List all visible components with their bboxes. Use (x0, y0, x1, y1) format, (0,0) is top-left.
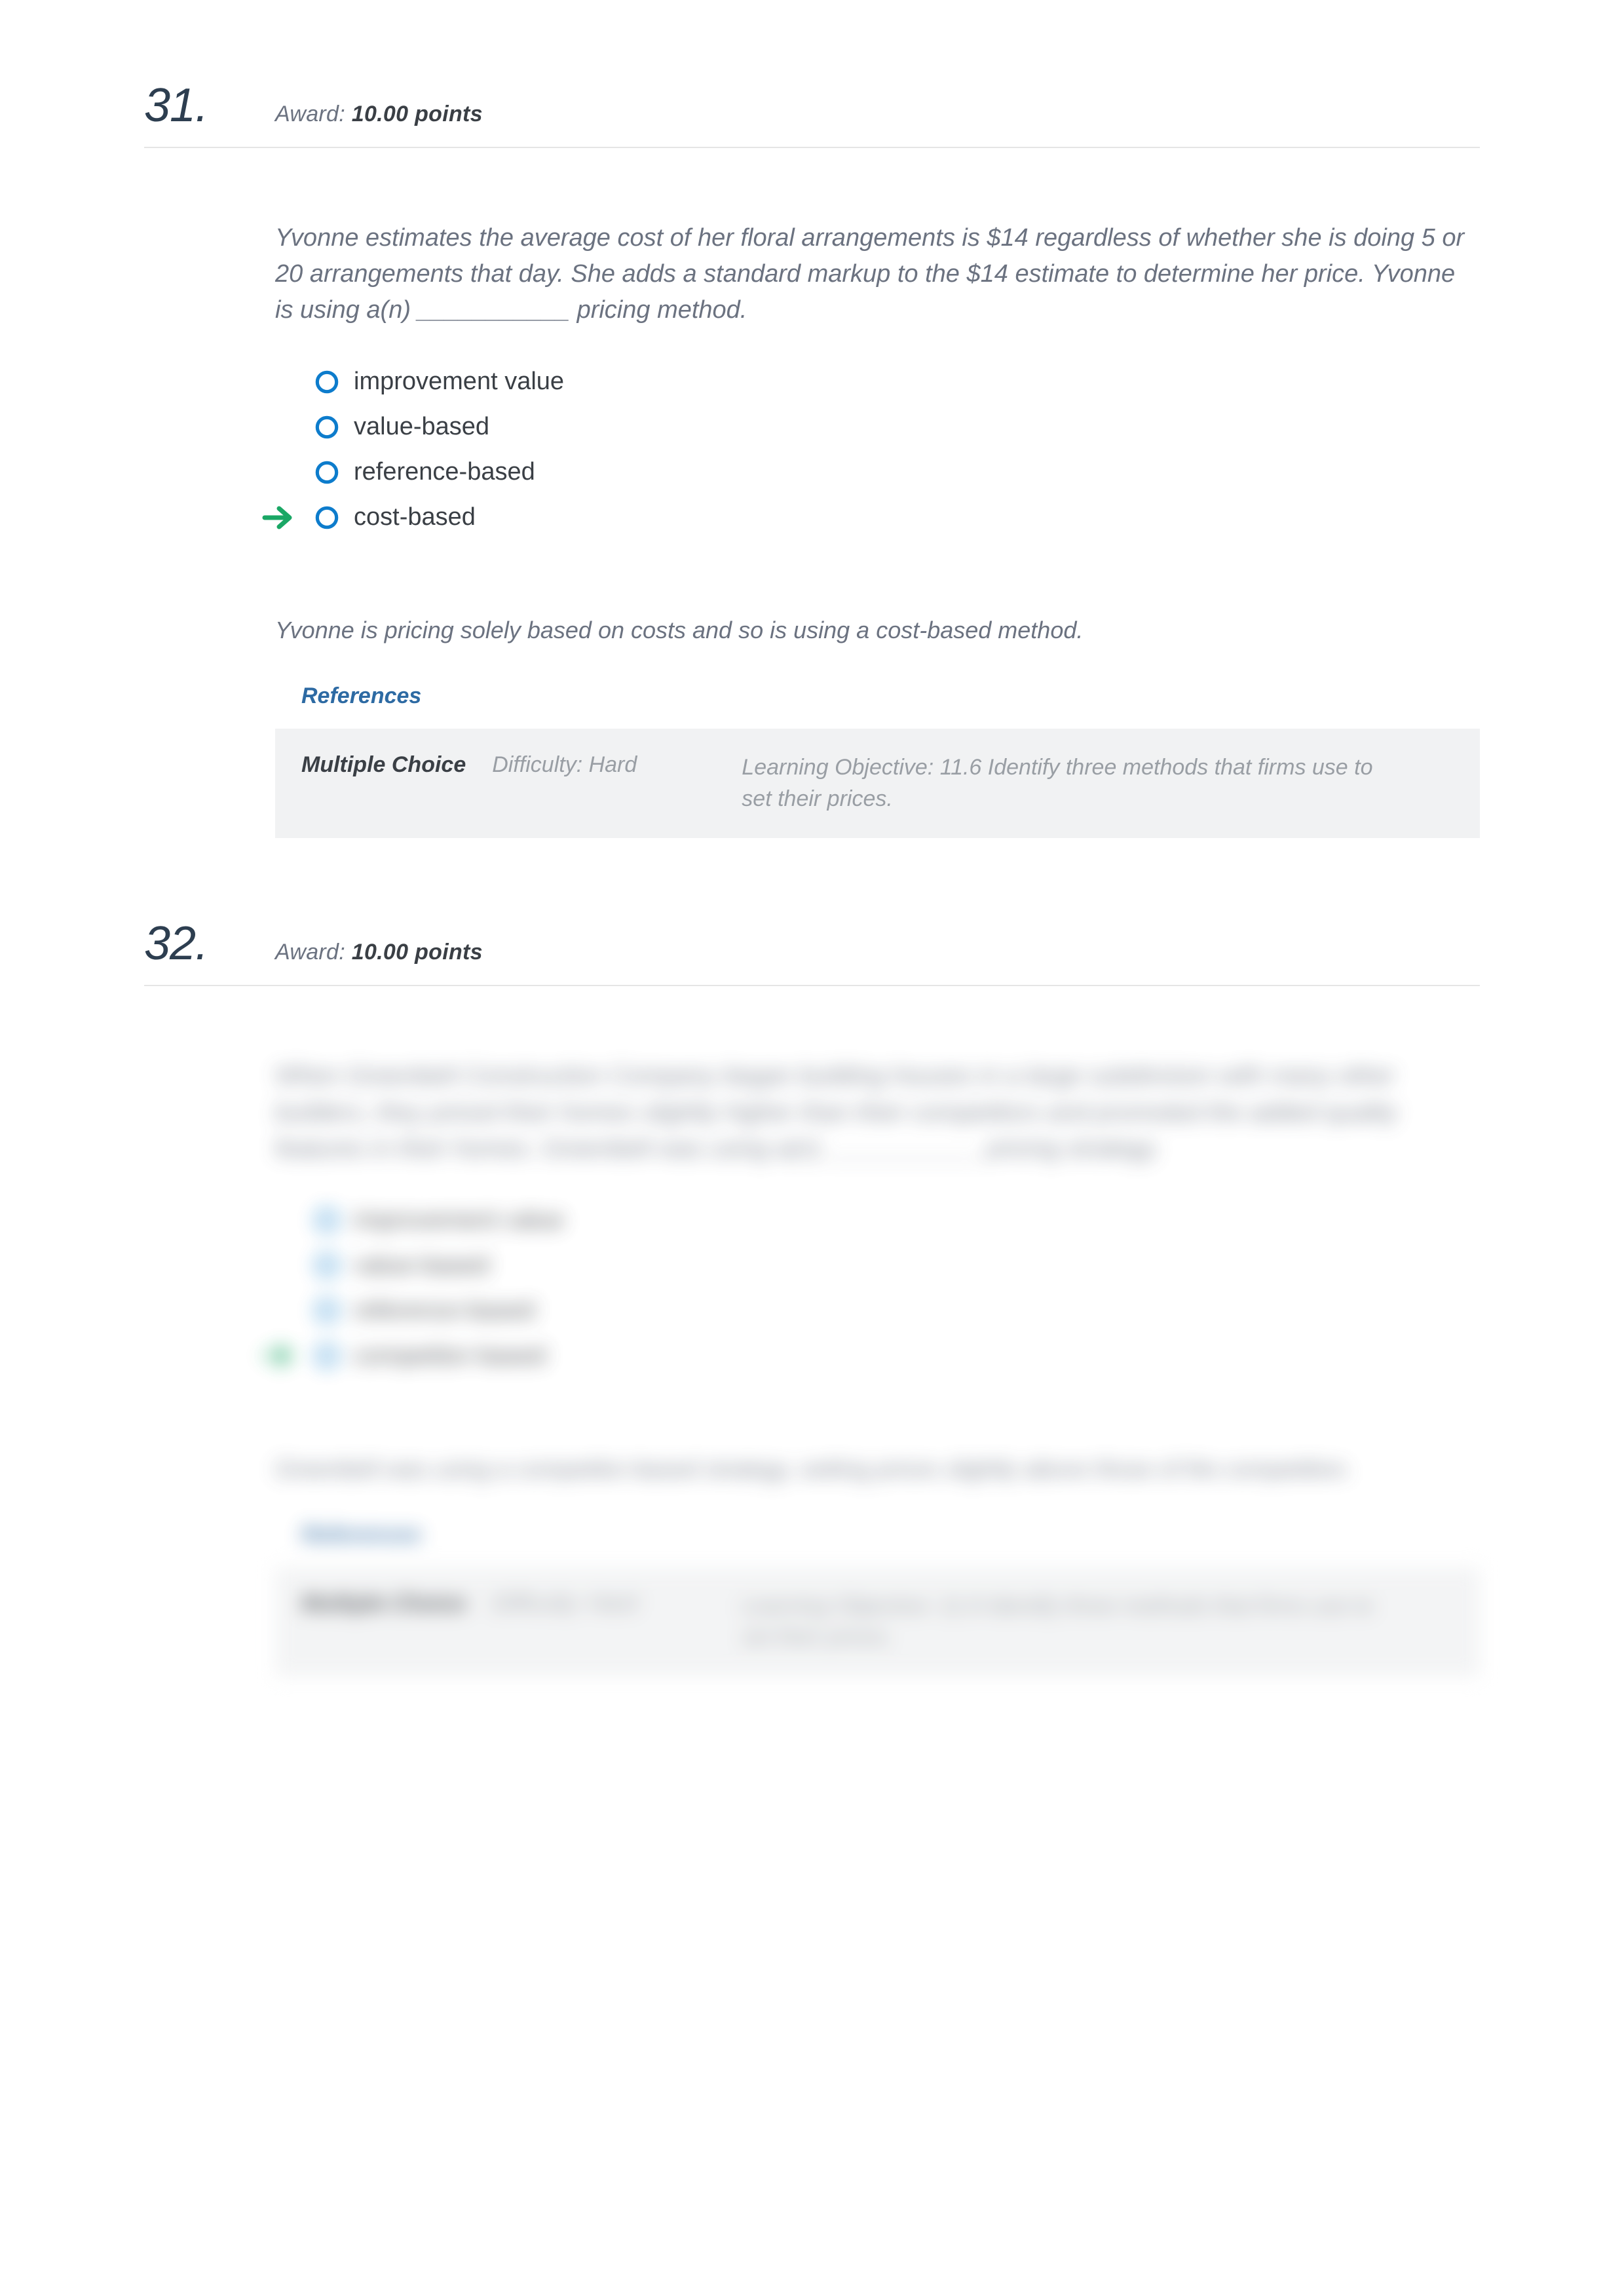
meta-row: Multiple Choice Difficulty: Hard Learnin… (275, 729, 1480, 838)
question-award: Award: 10.00 points (275, 102, 483, 127)
radio-icon (314, 1343, 339, 1368)
question-body: Yvonne estimates the average cost of her… (275, 220, 1480, 838)
radio-icon (314, 505, 339, 530)
award-prefix: Award: (275, 102, 352, 126)
option-label: reference-based (354, 458, 535, 486)
option-improvement-value[interactable]: improvement value (314, 368, 1480, 396)
option-reference-based[interactable]: reference-based (314, 1297, 1480, 1325)
question-type: Multiple Choice (301, 1591, 466, 1617)
learning-objective: Learning Objective: 11.6 Identify three … (742, 1591, 1384, 1653)
award-points: 10.00 points (352, 102, 483, 126)
option-competitor-based[interactable]: competitor-based (314, 1342, 1480, 1370)
option-value-based[interactable]: value-based (314, 1252, 1480, 1280)
award-points: 10.00 points (352, 940, 483, 965)
radio-icon (314, 1253, 339, 1278)
question-stem: Yvonne estimates the average cost of her… (275, 220, 1480, 328)
radio-icon (314, 1208, 339, 1233)
explanation-text: Greenbelt was using a competitor-based s… (275, 1455, 1480, 1483)
option-label: cost-based (354, 503, 476, 531)
question-body-locked: When Greenbelt Construction Company bega… (275, 1058, 1480, 1676)
option-label: competitor-based (354, 1342, 546, 1370)
meta-row: Multiple Choice Difficulty: Hard Learnin… (275, 1567, 1480, 1677)
question-number: 31. (144, 79, 275, 132)
question-type: Multiple Choice (301, 752, 466, 778)
option-label: improvement value (354, 1206, 564, 1234)
question-stem: When Greenbelt Construction Company bega… (275, 1058, 1480, 1166)
radio-icon (314, 460, 339, 485)
question-31: 31. Award: 10.00 points Yvonne estimates… (144, 79, 1480, 838)
learning-objective: Learning Objective: 11.6 Identify three … (742, 752, 1384, 814)
option-cost-based[interactable]: cost-based (314, 503, 1480, 531)
options-list: improvement value value-based reference-… (314, 368, 1480, 531)
radio-icon (314, 370, 339, 394)
difficulty-label: Difficulty: Hard (492, 752, 637, 778)
option-label: value-based (354, 413, 489, 441)
option-label: reference-based (354, 1297, 535, 1325)
option-improvement-value[interactable]: improvement value (314, 1206, 1480, 1234)
question-32: 32. Award: 10.00 points When Greenbelt C… (144, 917, 1480, 1676)
difficulty-label: Difficulty: Hard (492, 1591, 637, 1617)
question-header: 31. Award: 10.00 points (144, 79, 1480, 148)
option-value-based[interactable]: value-based (314, 413, 1480, 441)
references-link[interactable]: References (301, 683, 1480, 709)
question-award: Award: 10.00 points (275, 940, 483, 965)
award-prefix: Award: (275, 940, 352, 965)
radio-icon (314, 1298, 339, 1323)
options-list: improvement value value-based reference-… (314, 1206, 1480, 1370)
option-label: value-based (354, 1252, 489, 1280)
explanation-text: Yvonne is pricing solely based on costs … (275, 617, 1480, 644)
radio-icon (314, 415, 339, 440)
correct-arrow-icon (262, 505, 295, 531)
option-reference-based[interactable]: reference-based (314, 458, 1480, 486)
question-header: 32. Award: 10.00 points (144, 917, 1480, 986)
question-number: 32. (144, 917, 275, 970)
option-label: improvement value (354, 368, 564, 396)
references-link[interactable]: References (301, 1522, 1480, 1548)
page: 31. Award: 10.00 points Yvonne estimates… (0, 0, 1624, 2296)
correct-arrow-icon (262, 1343, 295, 1369)
